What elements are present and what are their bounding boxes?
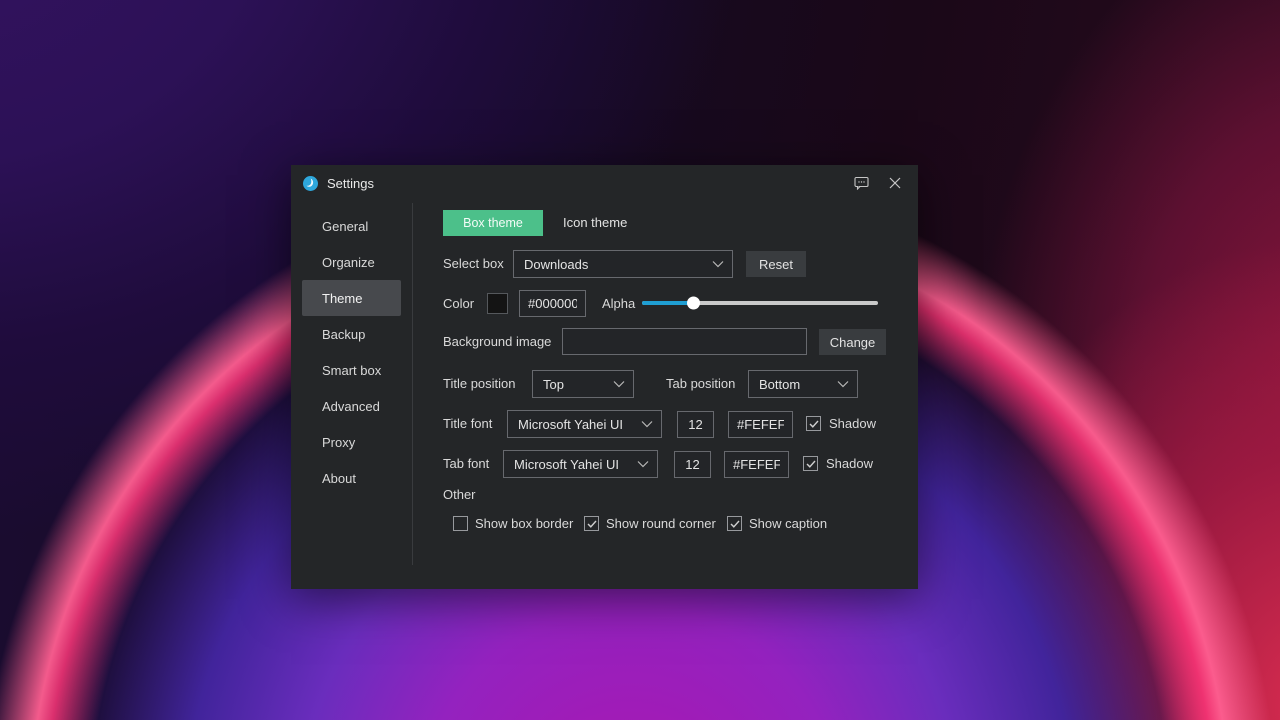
window-title: Settings [327,176,374,191]
tab-font-value: Microsoft Yahei UI [514,457,619,472]
check-icon [587,520,597,528]
sidebar-item-smart-box[interactable]: Smart box [302,352,401,388]
tab-font-color-input[interactable] [724,451,789,478]
sidebar-item-advanced[interactable]: Advanced [302,388,401,424]
select-box-value: Downloads [524,257,588,272]
sidebar-item-theme[interactable]: Theme [302,280,401,316]
sidebar-item-label: Advanced [322,399,380,414]
title-shadow-label: Shadow [829,416,876,432]
select-box-dropdown[interactable]: Downloads [513,250,733,278]
tab-font-dropdown[interactable]: Microsoft Yahei UI [503,450,658,478]
tab-box-theme[interactable]: Box theme [443,210,543,236]
sidebar-item-label: Theme [322,291,362,306]
chevron-down-icon [637,461,649,468]
title-font-label: Title font [443,416,492,432]
title-position-label: Title position [443,376,516,392]
chevron-down-icon [613,381,625,388]
tab-shadow-label: Shadow [826,456,873,472]
show-round-corner-label: Show round corner [606,516,716,532]
color-label: Color [443,296,474,312]
feedback-bubble-icon[interactable] [853,175,871,191]
title-position-dropdown[interactable]: Top [532,370,634,398]
background-image-label: Background image [443,334,551,350]
tab-position-value: Bottom [759,377,800,392]
background-image-input[interactable] [562,328,807,355]
close-icon[interactable] [886,175,904,191]
sidebar-item-label: General [322,219,368,234]
tab-shadow-checkbox[interactable] [803,456,818,471]
tab-position-label: Tab position [666,376,735,392]
sidebar-item-label: Proxy [322,435,355,450]
alpha-slider-thumb[interactable] [687,297,700,310]
sidebar-item-label: About [322,471,356,486]
title-font-color-input[interactable] [728,411,793,438]
chevron-down-icon [641,421,653,428]
chevron-down-icon [712,261,724,268]
check-icon [809,420,819,428]
check-icon [806,460,816,468]
app-logo-icon [303,176,318,191]
sidebar-item-label: Organize [322,255,375,270]
change-button[interactable]: Change [819,329,886,355]
sidebar-item-label: Backup [322,327,365,342]
check-icon [730,520,740,528]
alpha-slider-fill [642,301,694,305]
chevron-down-icon [837,381,849,388]
title-shadow-checkbox[interactable] [806,416,821,431]
titlebar: Settings [291,165,918,201]
alpha-slider[interactable] [642,301,878,305]
show-round-corner-checkbox[interactable] [584,516,599,531]
sidebar-item-label: Smart box [322,363,381,378]
sidebar-item-backup[interactable]: Backup [302,316,401,352]
sidebar: General Organize Theme Backup Smart box … [291,208,412,496]
show-caption-label: Show caption [749,516,827,532]
show-box-border-checkbox[interactable] [453,516,468,531]
sidebar-item-proxy[interactable]: Proxy [302,424,401,460]
other-label: Other [443,487,476,503]
tab-font-size-input[interactable] [674,451,711,478]
sidebar-divider [412,203,413,565]
show-caption-checkbox[interactable] [727,516,742,531]
tab-icon-theme[interactable]: Icon theme [563,210,627,236]
tab-font-label: Tab font [443,456,489,472]
alpha-label: Alpha [602,296,635,312]
color-hex-input[interactable] [519,290,586,317]
sidebar-item-general[interactable]: General [302,208,401,244]
title-font-dropdown[interactable]: Microsoft Yahei UI [507,410,662,438]
select-box-label: Select box [443,256,504,272]
title-font-size-input[interactable] [677,411,714,438]
sidebar-item-organize[interactable]: Organize [302,244,401,280]
settings-window: Settings General Organize Theme [291,165,918,589]
reset-button[interactable]: Reset [746,251,806,277]
sidebar-item-about[interactable]: About [302,460,401,496]
titlebar-buttons [853,175,904,191]
title-position-value: Top [543,377,564,392]
show-box-border-label: Show box border [475,516,573,532]
tab-position-dropdown[interactable]: Bottom [748,370,858,398]
color-swatch[interactable] [487,293,508,314]
title-font-value: Microsoft Yahei UI [518,417,623,432]
